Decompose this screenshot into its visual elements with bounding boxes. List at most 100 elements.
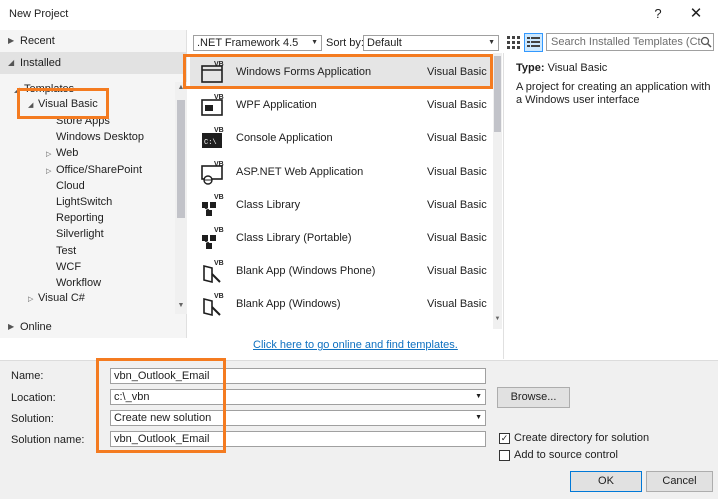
expand-arrow-icon[interactable]: ▶ xyxy=(8,30,14,52)
tree-item-label: Windows Desktop xyxy=(56,131,145,144)
portable-library-icon: VB xyxy=(200,225,226,251)
framework-select[interactable]: .NET Framework 4.5 ▼ xyxy=(193,35,322,51)
tree-item-label: Workflow xyxy=(56,277,102,289)
solution-value: Create new solution xyxy=(114,412,212,424)
template-list: VB Windows Forms Application Visual Basic V… xyxy=(190,53,502,329)
tree-item-label: LightSwitch xyxy=(56,196,113,208)
svg-text:C:\: C:\ xyxy=(204,139,217,147)
tree-item-label: Store Apps xyxy=(56,115,110,127)
browse-button[interactable]: Browse... xyxy=(497,387,570,408)
template-row[interactable]: VB WPF Application Visual Basic xyxy=(190,89,493,122)
nav-online[interactable]: ▶ Online xyxy=(0,316,187,338)
tree-visual-basic[interactable]: ◢ Visual Basic xyxy=(28,96,98,112)
tree-item-office-sharepoint[interactable]: ▷ Office/SharePoint xyxy=(46,162,142,178)
scroll-down-icon[interactable]: ▼ xyxy=(492,316,503,322)
sort-label: Sort by: xyxy=(326,37,364,49)
cancel-button[interactable]: Cancel xyxy=(646,471,713,492)
grid-view-icon[interactable] xyxy=(505,34,522,51)
template-language: Visual Basic xyxy=(427,165,487,178)
template-language: Visual Basic xyxy=(427,298,487,311)
left-scrollbar-thumb[interactable] xyxy=(177,100,185,218)
template-list-scrollbar-thumb[interactable] xyxy=(494,56,501,132)
collapse-arrow-icon[interactable]: ◢ xyxy=(28,98,38,114)
tree-item-web[interactable]: ▷ Web xyxy=(46,145,78,161)
template-row[interactable]: VB Class Library Visual Basic xyxy=(190,189,493,222)
nav-recent[interactable]: ▶ Recent xyxy=(0,30,187,52)
search-icon[interactable] xyxy=(700,36,712,51)
tree-item-label: Test xyxy=(56,244,77,257)
console-icon: VB C:\ xyxy=(200,125,226,151)
checkmark-icon: ✓ xyxy=(500,433,509,443)
tree-visual-basic-label: Visual Basic xyxy=(38,98,98,110)
list-view-icon[interactable] xyxy=(524,33,543,52)
svg-text:VB: VB xyxy=(214,260,224,267)
tree-visual-csharp[interactable]: ▷ Visual C# xyxy=(28,290,85,306)
template-name: Class Library (Portable) xyxy=(236,232,352,244)
location-value: c:\_vbn xyxy=(114,391,150,403)
tree-templates[interactable]: ◢ Templates xyxy=(14,81,74,97)
wpf-icon: VB xyxy=(200,92,226,118)
tree-item-wcf[interactable]: WCF xyxy=(46,259,81,275)
solution-name-label: Solution name: xyxy=(11,434,85,446)
location-label: Location: xyxy=(11,392,56,404)
create-directory-checkbox[interactable]: ✓ xyxy=(499,433,510,444)
collapse-arrow-icon[interactable]: ◢ xyxy=(14,83,24,99)
scroll-up-icon[interactable]: ▲ xyxy=(175,84,187,91)
svg-text:VB: VB xyxy=(214,194,224,201)
template-language: Visual Basic xyxy=(427,232,487,244)
name-field[interactable]: vbn_Outlook_Email xyxy=(110,368,486,384)
tree-item-reporting[interactable]: Reporting xyxy=(46,210,104,226)
svg-text:VB: VB xyxy=(214,227,224,234)
nav-online-label: Online xyxy=(20,321,52,333)
tree-item-cloud[interactable]: Cloud xyxy=(46,178,85,194)
template-row[interactable]: VB Blank App (Windows Phone) Visual Basic xyxy=(190,255,493,288)
tree-item-lightswitch[interactable]: LightSwitch xyxy=(46,194,112,210)
tree-item-store-apps[interactable]: Store Apps xyxy=(46,113,110,129)
template-row[interactable]: VB C:\ Console Application Visual Basic xyxy=(190,122,493,155)
tree-item-test[interactable]: Test xyxy=(46,243,76,259)
expand-arrow-icon[interactable]: ▷ xyxy=(28,292,38,308)
template-language: Visual Basic xyxy=(427,198,487,211)
close-button[interactable]: ✕ xyxy=(684,4,708,24)
location-field[interactable]: c:\_vbn ▼ xyxy=(110,389,486,405)
ok-button[interactable]: OK xyxy=(570,471,642,492)
tree-item-label: Office/SharePoint xyxy=(56,163,143,176)
template-language: Visual Basic xyxy=(427,99,487,112)
template-language: Visual Basic xyxy=(427,132,487,145)
template-row[interactable]: VB Class Library (Portable) Visual Basic xyxy=(190,222,493,255)
chevron-down-icon[interactable]: ▼ xyxy=(475,411,482,425)
help-button[interactable]: ? xyxy=(648,4,668,24)
tree-item-workflow[interactable]: Workflow xyxy=(46,275,101,291)
tree-item-label: Cloud xyxy=(56,179,85,192)
nav-recent-label: Recent xyxy=(20,35,55,47)
online-templates-link[interactable]: Click here to go online and find templat… xyxy=(253,339,458,351)
tree-visual-csharp-label: Visual C# xyxy=(38,292,85,304)
web-icon: VB xyxy=(200,159,226,185)
tree-item-label: Silverlight xyxy=(56,228,104,241)
template-type: Type: Visual Basic xyxy=(516,62,607,74)
class-library-icon: VB xyxy=(200,192,226,218)
tree-item-label: Web xyxy=(56,147,79,160)
chevron-down-icon: ▼ xyxy=(311,39,318,46)
search-input[interactable]: Search Installed Templates (Ct xyxy=(546,33,714,51)
solution-name-field[interactable]: vbn_Outlook_Email xyxy=(110,431,486,447)
windows-app-icon: VB xyxy=(200,291,226,317)
template-row[interactable]: VB ASP.NET Web Application Visual Basic xyxy=(190,156,493,189)
sort-select-value: Default xyxy=(367,37,402,49)
template-row[interactable]: VB Windows Forms Application Visual Basic xyxy=(190,56,493,89)
solution-select[interactable]: Create new solution ▼ xyxy=(110,410,486,426)
expand-arrow-icon[interactable]: ▶ xyxy=(8,316,14,338)
collapse-arrow-icon[interactable]: ◢ xyxy=(8,52,14,74)
scroll-down-icon[interactable]: ▼ xyxy=(175,302,187,309)
tree-item-windows-desktop[interactable]: Windows Desktop xyxy=(46,129,144,145)
source-control-checkbox[interactable] xyxy=(499,450,510,461)
tree-item-silverlight[interactable]: Silverlight xyxy=(46,226,104,242)
nav-installed[interactable]: ◢ Installed xyxy=(0,52,187,74)
sort-select[interactable]: Default ▼ xyxy=(363,35,499,51)
template-name: WPF Application xyxy=(236,99,317,112)
template-row[interactable]: VB Blank App (Windows) Visual Basic xyxy=(190,288,493,321)
chevron-down-icon[interactable]: ▼ xyxy=(475,390,482,404)
template-name: Class Library xyxy=(236,198,301,211)
template-name: Blank App (Windows Phone) xyxy=(236,265,376,278)
template-name: ASP.NET Web Application xyxy=(236,165,364,178)
